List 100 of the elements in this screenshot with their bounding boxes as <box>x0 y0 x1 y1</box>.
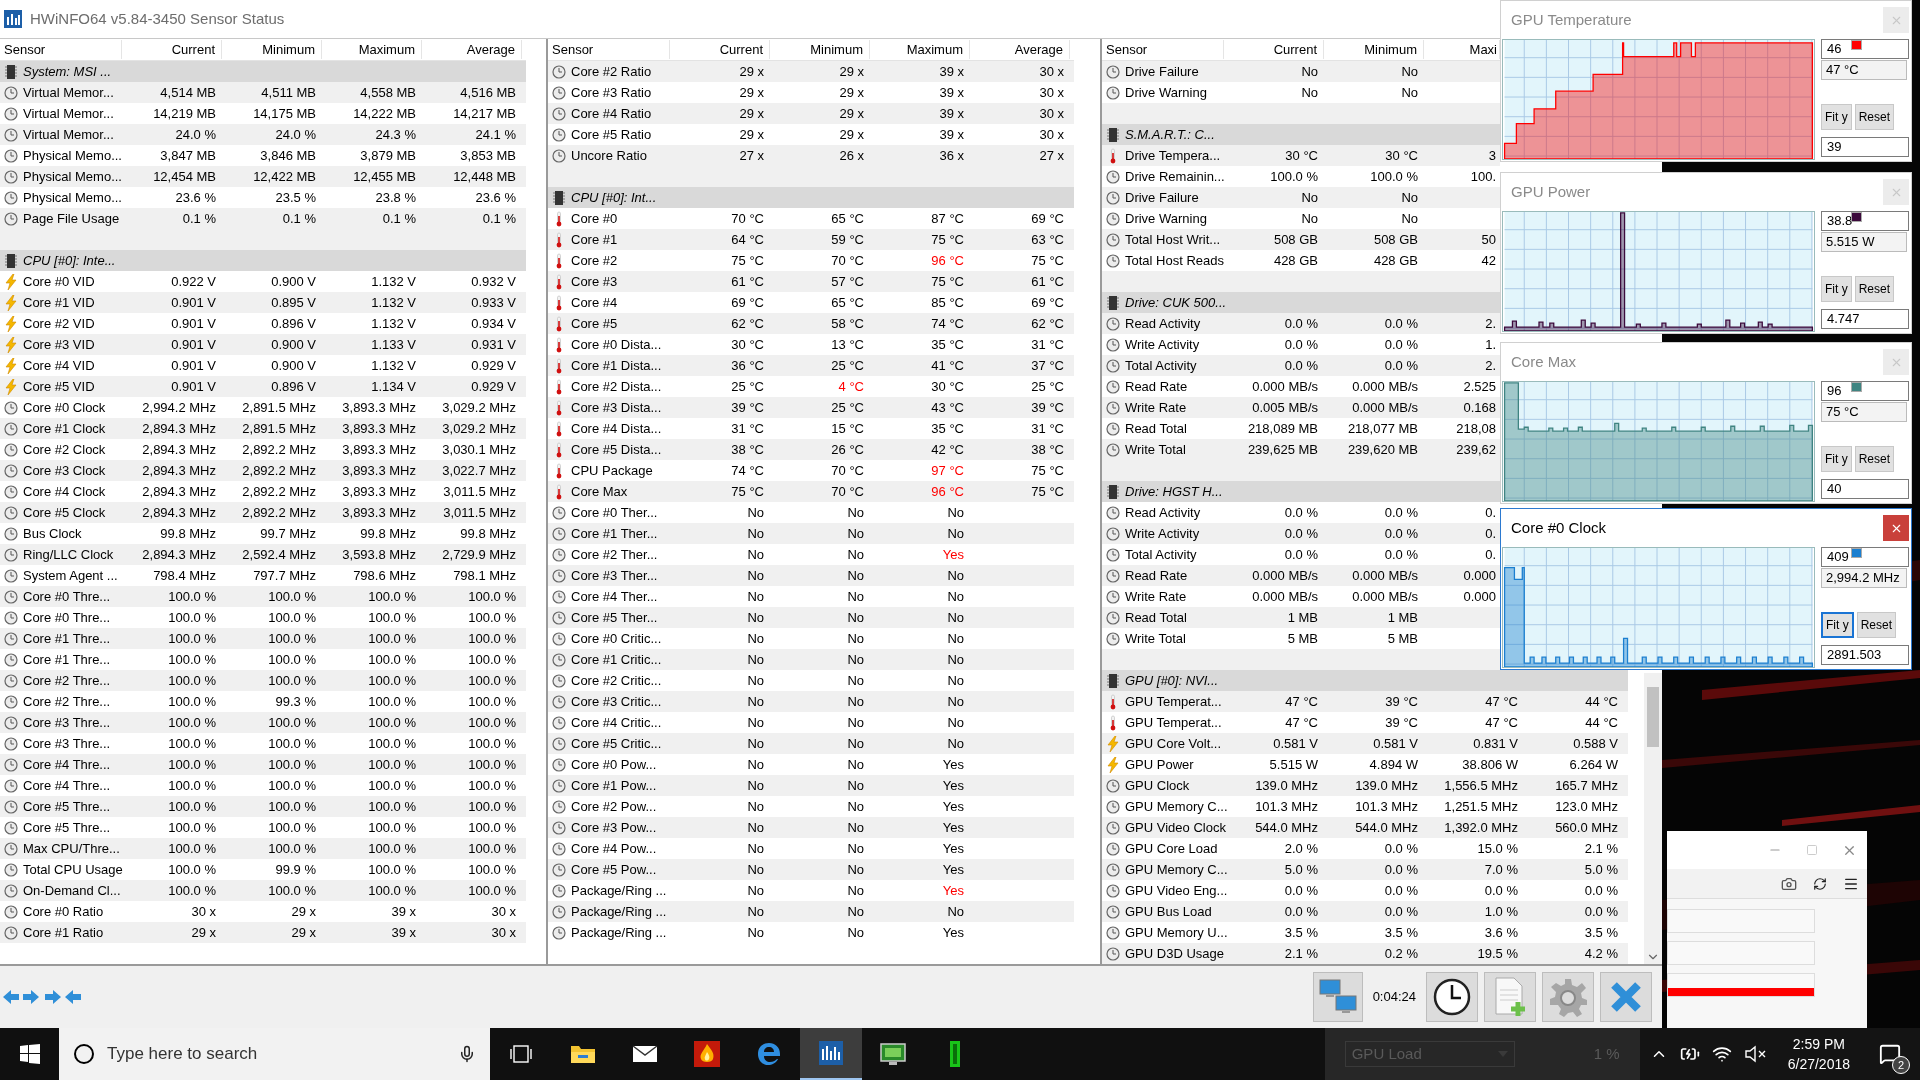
min-field[interactable]: 4.747 <box>1821 309 1909 329</box>
table-row[interactable]: Physical Memo... 12,454 MB 12,422 MB 12,455 MB 12,448 MB <box>0 166 526 187</box>
min-field[interactable]: 39 <box>1821 137 1909 157</box>
group-row[interactable]: Drive: CUK 500... <box>1102 292 1500 313</box>
clock-time[interactable]: 2:59 PM <box>1792 1034 1845 1054</box>
reset-button[interactable]: Reset <box>1854 446 1895 472</box>
table-row[interactable]: GPU Clock 139.0 MHz 139.0 MHz 1,556.5 MHz 165.7 MHz <box>1102 775 1628 796</box>
table-row[interactable]: Core #5 VID 0.901 V 0.896 V 1.134 V 0.929 V <box>0 376 526 397</box>
table-row[interactable]: Core Max 75 °C 70 °C 96 °C 75 °C <box>548 481 1074 502</box>
table-row[interactable]: Core #4 Thre... 100.0 % 100.0 % 100.0 % 100.0 % <box>0 754 526 775</box>
table-row[interactable]: Write Total 239,625 MB 239,620 MB 239,62 <box>1102 439 1500 460</box>
table-row[interactable]: Core #1 Dista... 36 °C 25 °C 41 °C 37 °C <box>548 355 1074 376</box>
table-row[interactable]: Core #1 Pow... No No Yes <box>548 775 1074 796</box>
graph-window[interactable]: GPU Power 38.8 5.515 W Fit y Reset 4.747 <box>1500 172 1912 334</box>
reset-button[interactable]: Reset <box>1856 612 1897 638</box>
table-row[interactable]: Core #0 Thre... 100.0 % 100.0 % 100.0 % 100.0 % <box>0 586 526 607</box>
max-field[interactable]: 409 <box>1821 547 1909 567</box>
table-row[interactable]: Core #5 Dista... 38 °C 26 °C 42 °C 38 °C <box>548 439 1074 460</box>
table-row[interactable]: Total Host Writ... 508 GB 508 GB 50 <box>1102 229 1500 250</box>
fit-button[interactable]: Fit y <box>1821 276 1852 302</box>
column-header[interactable]: Sensor <box>1102 39 1224 60</box>
refresh-icon[interactable] <box>1813 876 1827 891</box>
reset-button[interactable]: Reset <box>1854 104 1895 130</box>
group-row[interactable]: Drive: HGST H... <box>1102 481 1500 502</box>
column-header[interactable]: Average <box>970 39 1070 60</box>
network-button[interactable] <box>1312 972 1363 1022</box>
table-row[interactable]: Core #1 Thre... 100.0 % 100.0 % 100.0 % 100.0 % <box>0 628 526 649</box>
column-header[interactable]: Minimum <box>222 39 322 60</box>
column-header[interactable]: Maximum <box>322 39 422 60</box>
column-header[interactable]: Minimum <box>1324 39 1424 60</box>
table-row[interactable]: Core #1 Clock 2,894.3 MHz 2,891.5 MHz 3,893.3 MHz 3,029.2 MHz <box>0 418 526 439</box>
table-row[interactable]: Core #5 Critic... No No No <box>548 733 1074 754</box>
table-row[interactable]: Core #1 Ratio 29 x 29 x 39 x 30 x <box>0 922 526 943</box>
search-field[interactable]: Type here to search <box>107 1039 446 1069</box>
table-row[interactable]: Max CPU/Thre... 100.0 % 100.0 % 100.0 % 100.0 % <box>0 838 526 859</box>
min-field[interactable]: 2891.503 <box>1821 645 1909 665</box>
table-row[interactable]: Core #1 VID 0.901 V 0.895 V 1.132 V 0.933 V <box>0 292 526 313</box>
table-row[interactable]: Core #3 Critic... No No No <box>548 691 1074 712</box>
table-row[interactable]: Core #5 Ther... No No No <box>548 607 1074 628</box>
table-row[interactable]: Drive Failure No No <box>1102 187 1500 208</box>
table-row[interactable]: Core #5 Thre... 100.0 % 100.0 % 100.0 % 100.0 % <box>0 796 526 817</box>
wifi-icon[interactable] <box>1711 1044 1732 1064</box>
table-row[interactable]: GPU Temperat... 47 °C 39 °C 47 °C 44 °C <box>1102 691 1628 712</box>
table-row[interactable]: Core #3 Ther... No No No <box>548 565 1074 586</box>
graph-window[interactable]: GPU Temperature 46 47 °C Fit y Reset 39 <box>1500 0 1912 162</box>
group-row[interactable]: System: MSI ... <box>0 61 526 82</box>
max-field[interactable]: 38.8 <box>1821 211 1909 231</box>
table-row[interactable]: Uncore Ratio 27 x 26 x 36 x 27 x <box>548 145 1074 166</box>
column-header[interactable]: Sensor <box>0 39 122 60</box>
column-header[interactable]: Maximum <box>870 39 970 60</box>
table-row[interactable]: Read Activity 0.0 % 0.0 % 2. <box>1102 313 1500 334</box>
scroll-thumb[interactable] <box>1647 687 1659 747</box>
fit-button[interactable]: Fit y <box>1821 446 1852 472</box>
close-button[interactable] <box>1883 515 1909 541</box>
group-row[interactable]: S.M.A.R.T.: C... <box>1102 124 1500 145</box>
fit-button[interactable]: Fit y <box>1821 612 1854 638</box>
table-row[interactable]: Core #2 Ratio 29 x 29 x 39 x 30 x <box>548 61 1074 82</box>
table-row[interactable]: Core #5 Pow... No No Yes <box>548 859 1074 880</box>
group-row[interactable]: GPU [#0]: NVI... <box>1102 670 1628 691</box>
scrollbar[interactable] <box>1644 673 1662 964</box>
table-row[interactable]: Core #3 Clock 2,894.3 MHz 2,892.2 MHz 3,893.3 MHz 3,022.7 MHz <box>0 460 526 481</box>
table-row[interactable]: Core #4 Ratio 29 x 29 x 39 x 30 x <box>548 103 1074 124</box>
muted-speaker-icon[interactable] <box>1743 1045 1768 1063</box>
table-row[interactable]: GPU Core Volt... 0.581 V 0.581 V 0.831 V 0.588 V <box>1102 733 1628 754</box>
min-field[interactable]: 40 <box>1821 479 1909 499</box>
table-row[interactable]: Drive Tempera... 30 °C 30 °C 3 <box>1102 145 1500 166</box>
color-swatch[interactable] <box>1851 40 1862 50</box>
clock-date[interactable]: 6/27/2018 <box>1787 1054 1850 1074</box>
close-button[interactable] <box>1600 972 1652 1022</box>
table-row[interactable]: Core #5 Clock 2,894.3 MHz 2,892.2 MHz 3,893.3 MHz 3,011.5 MHz <box>0 502 526 523</box>
table-row[interactable]: Write Rate 0.005 MB/s 0.000 MB/s 0.168 <box>1102 397 1500 418</box>
color-swatch[interactable] <box>1851 212 1862 222</box>
table-row[interactable]: Ring/LLC Clock 2,894.3 MHz 2,592.4 MHz 3,593.8 MHz 2,729.9 MHz <box>0 544 526 565</box>
column-header[interactable]: Current <box>122 39 222 60</box>
color-swatch[interactable] <box>1851 382 1862 392</box>
column-header[interactable]: Minimum <box>770 39 870 60</box>
graph-window[interactable]: Core #0 Clock 409 2,994.2 MHz Fit y Reset 2891.503 <box>1500 508 1912 670</box>
microphone-icon[interactable] <box>458 1045 476 1063</box>
column-header[interactable]: Sensor <box>548 39 670 60</box>
table-row[interactable]: GPU Memory C... 5.0 % 0.0 % 7.0 % 5.0 % <box>1102 859 1628 880</box>
column-header[interactable]: Average <box>422 39 522 60</box>
table-row[interactable]: Core #1 64 °C 59 °C 75 °C 63 °C <box>548 229 1074 250</box>
search-box[interactable]: Type here to search <box>59 1028 490 1080</box>
column-header[interactable]: Current <box>1224 39 1324 60</box>
table-row[interactable]: Core #1 Ther... No No No <box>548 523 1074 544</box>
table-row[interactable]: Core #2 Thre... 100.0 % 100.0 % 100.0 % 100.0 % <box>0 670 526 691</box>
table-row[interactable]: GPU Video Clock 544.0 MHz 544.0 MHz 1,392.0 MHz 560.0 MHz <box>1102 817 1628 838</box>
table-row[interactable]: Core #3 Thre... 100.0 % 100.0 % 100.0 % 100.0 % <box>0 712 526 733</box>
color-swatch[interactable] <box>1851 548 1862 558</box>
table-row[interactable]: Core #3 61 °C 57 °C 75 °C 61 °C <box>548 271 1074 292</box>
table-row[interactable]: Core #3 Dista... 39 °C 25 °C 43 °C 39 °C <box>548 397 1074 418</box>
table-row[interactable]: On-Demand Cl... 100.0 % 100.0 % 100.0 % 100.0 % <box>0 880 526 901</box>
reset-button[interactable]: Reset <box>1854 276 1895 302</box>
table-row[interactable]: GPU D3D Usage 2.1 % 0.2 % 19.5 % 4.2 % <box>1102 943 1628 964</box>
table-row[interactable]: Read Total 1 MB 1 MB <box>1102 607 1500 628</box>
table-row[interactable]: Package/Ring ... No No No <box>548 901 1074 922</box>
max-field[interactable]: 96 <box>1821 381 1909 401</box>
table-row[interactable]: Page File Usage 0.1 % 0.1 % 0.1 % 0.1 % <box>0 208 526 229</box>
table-row[interactable]: GPU Bus Load 0.0 % 0.0 % 1.0 % 0.0 % <box>1102 901 1628 922</box>
table-row[interactable]: Write Activity 0.0 % 0.0 % 0. <box>1102 523 1500 544</box>
